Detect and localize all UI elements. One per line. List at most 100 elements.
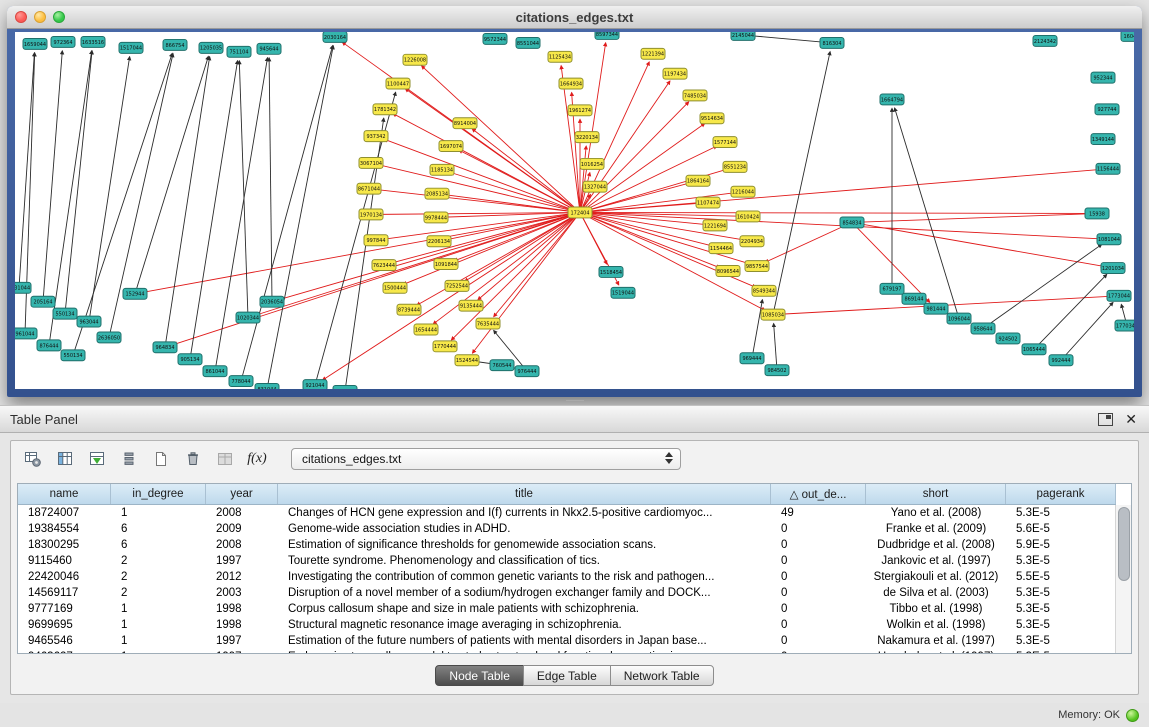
graph-edge[interactable] [144, 212, 580, 292]
table-row[interactable]: 911546021997Tourette syndrome. Phenomeno… [18, 553, 1116, 569]
graph-node[interactable]: 1519044 [611, 287, 635, 298]
tab-node-table[interactable]: Node Table [435, 665, 524, 686]
graph-node[interactable]: 1961274 [568, 105, 592, 116]
graph-edge[interactable] [165, 57, 210, 348]
graph-node[interactable]: 1100447 [386, 78, 410, 89]
table-row[interactable]: 946554611997Estimation of the future num… [18, 633, 1116, 649]
graph-node[interactable]: 866754 [163, 39, 187, 50]
graph-node[interactable]: 9978444 [424, 212, 448, 223]
column-header-out-degree[interactable]: △ out_de... [771, 484, 866, 504]
new-column-button[interactable] [149, 447, 173, 471]
table-row[interactable]: 969969511998Structural magnetic resonanc… [18, 617, 1116, 633]
graph-node[interactable]: 963044 [77, 316, 101, 327]
table-row[interactable]: 2242004622012Investigating the contribut… [18, 569, 1116, 585]
graph-edge[interactable] [765, 222, 852, 262]
graph-node[interactable]: 1654444 [414, 324, 438, 335]
graph-node[interactable]: 2124342 [1033, 35, 1057, 46]
column-header-year[interactable]: year [206, 484, 278, 504]
graph-node[interactable]: 1185134 [430, 164, 454, 175]
graph-node[interactable]: 9572344 [483, 33, 507, 44]
graph-node[interactable]: 172404 [568, 207, 592, 218]
disabled-table-button[interactable] [213, 447, 237, 471]
graph-node[interactable]: 981444 [924, 303, 948, 314]
column-header-pagerank[interactable]: pagerank [1006, 484, 1116, 504]
table-settings-button[interactable] [21, 447, 45, 471]
graph-node[interactable]: 976444 [515, 366, 539, 377]
panel-splitter[interactable] [0, 398, 1149, 405]
graph-node[interactable]: 9135444 [459, 300, 483, 311]
graph-node[interactable]: 1107474 [696, 197, 720, 208]
graph-node[interactable]: 1697074 [439, 141, 463, 152]
graph-edge[interactable] [478, 212, 580, 299]
table-scrollbar[interactable] [1115, 505, 1131, 653]
graph-edge[interactable] [215, 58, 268, 371]
graph-node[interactable]: 760544 [490, 360, 514, 371]
graph-node[interactable]: 984502 [765, 365, 789, 376]
graph-node[interactable]: 8739444 [397, 304, 421, 315]
graph-node[interactable]: 1327044 [583, 181, 607, 192]
graph-edge[interactable] [241, 46, 333, 381]
graph-edge[interactable] [752, 300, 762, 359]
graph-edge[interactable] [43, 51, 62, 302]
graph-edge[interactable] [1061, 302, 1113, 360]
graph-edge[interactable] [580, 81, 670, 212]
graph-node[interactable]: 1664794 [880, 94, 904, 105]
graph-node[interactable]: 1770444 [433, 341, 457, 352]
table-row[interactable]: 946362711997Embryonic stem cells: a mode… [18, 649, 1116, 653]
show-column-button[interactable] [53, 447, 77, 471]
graph-node[interactable]: 8096544 [716, 266, 740, 277]
graph-node[interactable]: 778044 [229, 376, 253, 387]
graph-node[interactable]: 9857544 [745, 261, 769, 272]
graph-node[interactable]: 2204934 [740, 236, 764, 247]
graph-node[interactable]: 1091844 [434, 259, 458, 270]
graph-node[interactable]: 550134 [53, 308, 77, 319]
graph-node[interactable]: 1125434 [548, 51, 572, 62]
graph-edge[interactable] [239, 61, 248, 318]
graph-node[interactable]: 876444 [37, 340, 61, 351]
graph-edge[interactable] [580, 212, 720, 267]
graph-edge[interactable] [580, 170, 1099, 213]
table-row[interactable]: 1872400712008Changes of HCN gene express… [18, 505, 1116, 521]
delete-column-button[interactable] [181, 447, 205, 471]
graph-node[interactable]: 1781342 [373, 104, 397, 115]
graph-node[interactable]: 1085034 [761, 309, 785, 320]
network-view[interactable]: 1724041226008110044717813429373423067104… [15, 32, 1134, 389]
graph-edge[interactable] [451, 212, 580, 340]
graph-edge[interactable] [580, 102, 689, 213]
graph-node[interactable]: 15938 [1085, 208, 1109, 219]
graph-node[interactable]: 1226008 [403, 54, 427, 65]
graph-node[interactable]: 1065444 [1022, 344, 1046, 355]
graph-node[interactable]: 1020344 [236, 312, 260, 323]
graph-node[interactable]: 964834 [153, 342, 177, 353]
tab-network-table[interactable]: Network Table [610, 665, 714, 686]
graph-edge[interactable] [773, 52, 830, 315]
graph-node[interactable]: 1221694 [703, 220, 727, 231]
graph-node[interactable]: 945644 [257, 43, 281, 54]
graph-node[interactable]: 1633516 [81, 36, 105, 47]
graph-node[interactable]: 1518454 [599, 267, 623, 278]
graph-edge[interactable] [580, 212, 1088, 213]
graph-node[interactable]: 1205035 [199, 42, 223, 53]
graph-node[interactable]: 1610424 [736, 211, 760, 222]
column-header-name[interactable]: name [18, 484, 111, 504]
graph-node[interactable]: 1096044 [947, 313, 971, 324]
graph-node[interactable]: 1864164 [686, 175, 710, 186]
graph-node[interactable]: 550134 [61, 350, 85, 361]
graph-edge[interactable] [459, 150, 580, 212]
graph-node[interactable]: 1201034 [1101, 263, 1125, 274]
graph-node[interactable]: 927744 [1095, 104, 1119, 115]
graph-edge[interactable] [852, 214, 1088, 223]
graph-node[interactable]: 7485034 [683, 90, 707, 101]
column-header-title[interactable]: title [278, 484, 771, 504]
close-panel-icon[interactable]: ✕ [1125, 412, 1137, 426]
graph-edge[interactable] [73, 53, 172, 355]
graph-node[interactable]: 1517044 [119, 42, 143, 53]
graph-node[interactable]: 1500444 [383, 282, 407, 293]
graph-node[interactable]: 152944 [123, 288, 147, 299]
graph-node[interactable]: 863044 [333, 386, 357, 389]
graph-edge[interactable] [174, 212, 580, 344]
graph-node[interactable]: 8549344 [752, 285, 776, 296]
graph-node[interactable]: 905134 [178, 354, 202, 365]
graph-node[interactable]: 1664934 [559, 78, 583, 89]
graph-node[interactable]: 972364 [51, 36, 75, 47]
